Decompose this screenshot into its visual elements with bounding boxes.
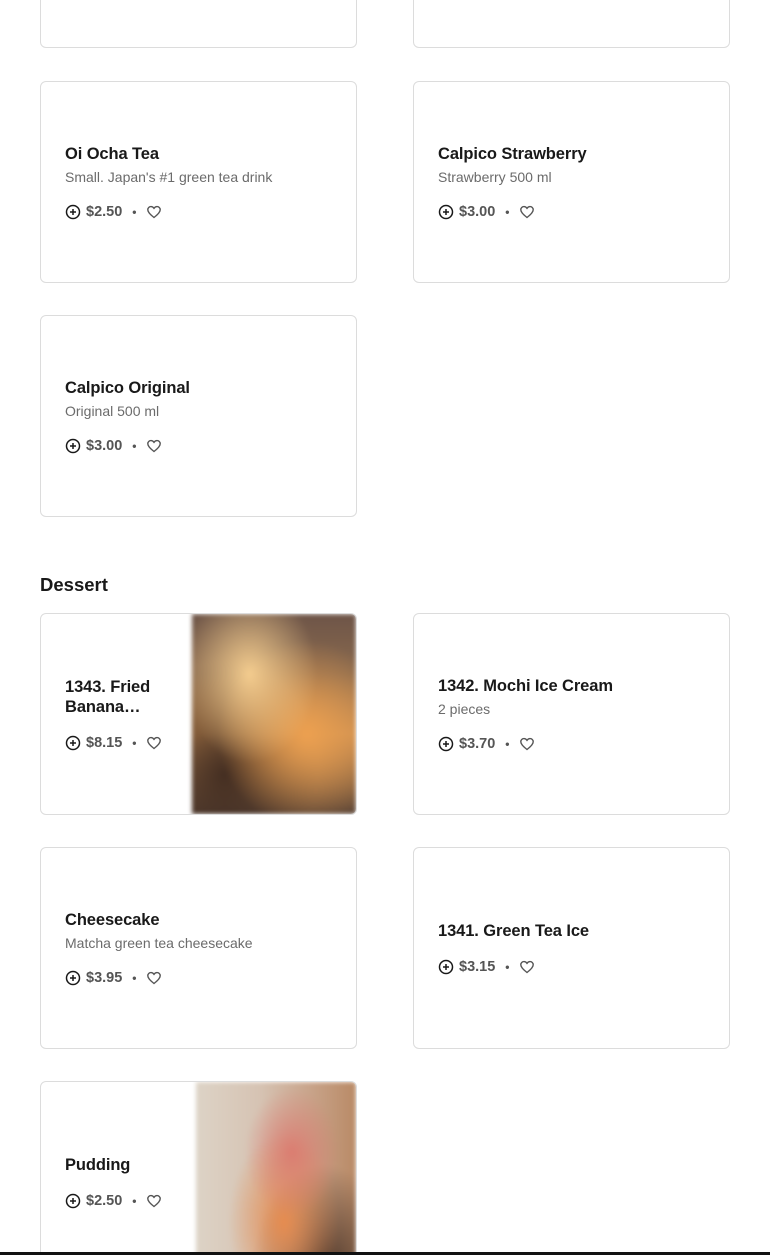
menu-item-price: $8.15 bbox=[86, 735, 123, 751]
pudding-photo bbox=[196, 1082, 356, 1255]
menu-item-meta: $3.00 • bbox=[438, 204, 709, 220]
add-circle-icon[interactable] bbox=[65, 970, 81, 986]
menu-item-card[interactable]: Oi Ocha Tea Small. Japan's #1 green tea … bbox=[40, 81, 357, 283]
menu-item-title: Cheesecake bbox=[65, 911, 160, 929]
menu-item-info: Calpico Original Original 500 ml $3.00 • bbox=[65, 316, 336, 516]
menu-item-title: 1341. Green Tea Ice bbox=[438, 922, 589, 940]
menu-item-card[interactable]: 1343. Fried Banana… $8.15 • bbox=[40, 613, 357, 815]
menu-item-title: Pudding bbox=[65, 1156, 131, 1174]
heart-icon[interactable] bbox=[519, 204, 535, 220]
menu-item-price: $3.15 bbox=[459, 959, 496, 975]
separator-dot: • bbox=[505, 205, 510, 219]
separator-dot: • bbox=[132, 736, 137, 750]
menu-item-card-partial[interactable] bbox=[413, 0, 730, 48]
menu-item-meta: $2.50 • bbox=[65, 204, 336, 220]
menu-item-info: Pudding $2.50 • bbox=[65, 1082, 178, 1255]
menu-item-price: $3.00 bbox=[459, 204, 496, 220]
menu-item-title: Calpico Strawberry bbox=[438, 145, 587, 163]
separator-dot: • bbox=[132, 439, 137, 453]
menu-item-price: $2.50 bbox=[86, 204, 123, 220]
menu-item-title: Calpico Original bbox=[65, 379, 190, 397]
menu-item-description: Original 500 ml bbox=[65, 403, 160, 419]
separator-dot: • bbox=[505, 960, 510, 974]
menu-item-price: $2.50 bbox=[86, 1193, 123, 1209]
menu-item-meta: $3.00 • bbox=[65, 438, 336, 454]
add-circle-icon[interactable] bbox=[438, 736, 454, 752]
separator-dot: • bbox=[132, 971, 137, 985]
menu-item-info: Calpico Strawberry Strawberry 500 ml $3.… bbox=[438, 82, 709, 282]
heart-icon[interactable] bbox=[519, 736, 535, 752]
heart-icon[interactable] bbox=[146, 970, 162, 986]
add-circle-icon[interactable] bbox=[438, 959, 454, 975]
menu-item-description: Small. Japan's #1 green tea drink bbox=[65, 169, 273, 185]
menu-item-card[interactable]: Calpico Original Original 500 ml $3.00 • bbox=[40, 315, 357, 517]
menu-item-title: 1343. Fried Banana… bbox=[65, 678, 151, 716]
menu-item-title: Oi Ocha Tea bbox=[65, 145, 159, 163]
menu-item-card[interactable]: Cheesecake Matcha green tea cheesecake $… bbox=[40, 847, 357, 1049]
menu-item-price: $3.00 bbox=[86, 438, 123, 454]
menu-item-info: Cheesecake Matcha green tea cheesecake $… bbox=[65, 848, 336, 1048]
menu-item-description: 2 pieces bbox=[438, 701, 491, 717]
fried-banana-photo bbox=[192, 614, 356, 814]
heart-icon[interactable] bbox=[146, 204, 162, 220]
separator-dot: • bbox=[132, 1194, 137, 1208]
section-title-dessert: Dessert bbox=[40, 574, 108, 595]
menu-item-info: 1342. Mochi Ice Cream 2 pieces $3.70 • bbox=[438, 614, 709, 814]
heart-icon[interactable] bbox=[146, 438, 162, 454]
menu-item-title: 1342. Mochi Ice Cream bbox=[438, 677, 613, 695]
menu-item-description: Strawberry 500 ml bbox=[438, 169, 552, 185]
add-circle-icon[interactable] bbox=[65, 1193, 81, 1209]
menu-item-meta: $3.70 • bbox=[438, 736, 709, 752]
menu-item-card[interactable]: 1341. Green Tea Ice $3.15 • bbox=[413, 847, 730, 1049]
menu-item-info: Oi Ocha Tea Small. Japan's #1 green tea … bbox=[65, 82, 336, 282]
menu-item-meta: $2.50 • bbox=[65, 1193, 178, 1209]
heart-icon[interactable] bbox=[519, 959, 535, 975]
menu-item-meta: $8.15 • bbox=[65, 735, 178, 751]
add-circle-icon[interactable] bbox=[65, 204, 81, 220]
menu-item-description: Matcha green tea cheesecake bbox=[65, 935, 253, 951]
menu-item-meta: $3.95 • bbox=[65, 970, 336, 986]
separator-dot: • bbox=[132, 205, 137, 219]
menu-item-info: 1341. Green Tea Ice $3.15 • bbox=[438, 848, 709, 1048]
menu-item-card[interactable]: Pudding $2.50 • bbox=[40, 1081, 357, 1255]
heart-icon[interactable] bbox=[146, 1193, 162, 1209]
menu-item-card[interactable]: 1342. Mochi Ice Cream 2 pieces $3.70 • bbox=[413, 613, 730, 815]
heart-icon[interactable] bbox=[146, 735, 162, 751]
add-circle-icon[interactable] bbox=[65, 735, 81, 751]
menu-item-meta: $3.15 • bbox=[438, 959, 709, 975]
add-circle-icon[interactable] bbox=[438, 204, 454, 220]
menu-item-card-partial[interactable] bbox=[40, 0, 357, 48]
menu-item-price: $3.70 bbox=[459, 736, 496, 752]
add-circle-icon[interactable] bbox=[65, 438, 81, 454]
menu-item-info: 1343. Fried Banana… $8.15 • bbox=[65, 614, 178, 814]
separator-dot: • bbox=[505, 737, 510, 751]
menu-item-card[interactable]: Calpico Strawberry Strawberry 500 ml $3.… bbox=[413, 81, 730, 283]
menu-item-price: $3.95 bbox=[86, 970, 123, 986]
